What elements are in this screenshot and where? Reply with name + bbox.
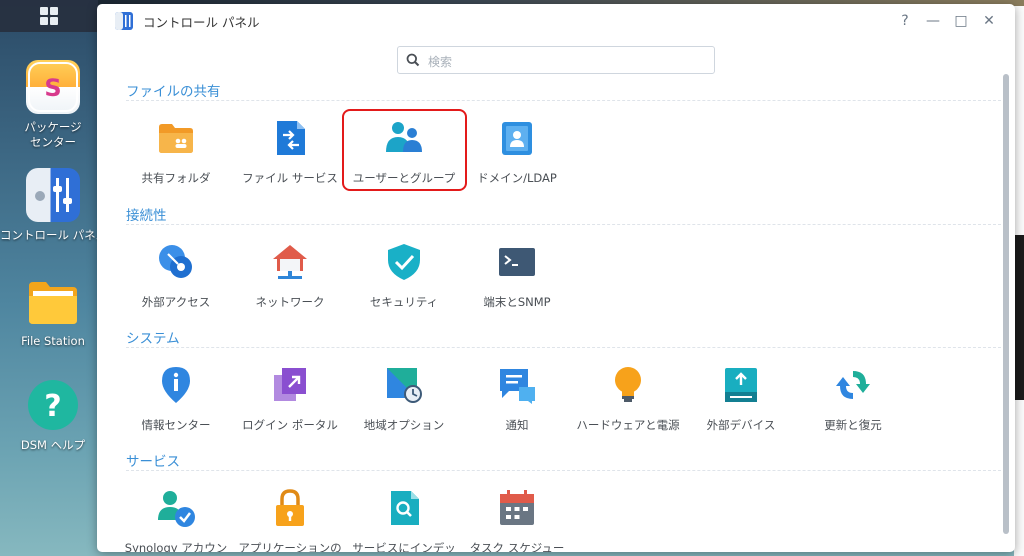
external-access-icon	[156, 242, 196, 282]
maximize-button[interactable]: □	[951, 11, 971, 31]
section-divider	[126, 100, 1001, 101]
item-notification[interactable]: 通知	[460, 365, 574, 432]
item-label: タスク スケジュー	[469, 541, 565, 552]
item-external-devices[interactable]: 外部デバイス	[684, 365, 798, 432]
desktop-icon-label: DSM ヘルプ	[20, 438, 86, 452]
desktop-icon-control-panel[interactable]: コントロール パネル	[0, 168, 108, 243]
item-label: 共有フォルダ	[141, 171, 211, 185]
item-label: セキュリティ	[369, 295, 439, 309]
desktop-icon-label: File Station	[21, 334, 85, 348]
external-devices-icon	[721, 365, 761, 405]
item-label: 外部デバイス	[706, 418, 776, 432]
item-application-privileges[interactable]: アプリケーションの	[233, 488, 347, 552]
control-panel-app-icon	[115, 12, 133, 30]
item-label: 地域オプション	[363, 418, 445, 432]
update-restore-icon	[833, 365, 873, 405]
help-button[interactable]: ?	[895, 11, 915, 31]
item-label: ログイン ポータル	[242, 418, 338, 432]
item-task-scheduler[interactable]: タスク スケジュー	[460, 488, 574, 552]
close-button[interactable]: ✕	[979, 11, 999, 31]
item-label: ファイル サービス	[242, 171, 338, 185]
item-security[interactable]: セキュリティ	[347, 242, 461, 309]
control-panel-icon	[26, 168, 80, 222]
section-title-services: サービス	[126, 454, 180, 470]
item-indexing-service[interactable]: サービスにインデッ	[347, 488, 461, 552]
regional-options-icon	[384, 365, 424, 405]
item-shared-folder[interactable]: 共有フォルダ	[119, 118, 233, 185]
indexing-search-icon	[384, 488, 424, 528]
item-label: 情報センター	[141, 418, 211, 432]
calendar-icon	[497, 488, 537, 528]
item-info-center[interactable]: 情報センター	[119, 365, 233, 432]
item-label: Synology アカウン	[124, 541, 228, 552]
item-file-services[interactable]: ファイル サービス	[233, 118, 347, 185]
section-title-connectivity: 接続性	[126, 208, 167, 224]
desktop-icon-package-center[interactable]: S パッケージ センター	[0, 60, 106, 150]
terminal-snmp-icon	[497, 242, 537, 282]
item-label: 通知	[505, 418, 529, 432]
item-update-restore[interactable]: 更新と復元	[796, 365, 910, 432]
lock-icon	[270, 488, 310, 528]
item-label: ハードウェアと電源	[576, 418, 680, 432]
hardware-power-bulb-icon	[608, 365, 648, 405]
svg-text:?: ?	[44, 389, 61, 424]
search-placeholder: 検索	[428, 55, 453, 69]
item-terminal-snmp[interactable]: 端末とSNMP	[460, 242, 574, 309]
file-services-icon	[270, 118, 310, 158]
item-network[interactable]: ネットワーク	[233, 242, 347, 309]
item-label: アプリケーションの	[238, 541, 342, 552]
background-window-dark-panel	[1014, 235, 1024, 400]
login-portal-icon	[270, 365, 310, 405]
main-menu-button[interactable]	[0, 0, 98, 32]
item-label: 端末とSNMP	[483, 295, 551, 309]
info-center-icon	[156, 365, 196, 405]
item-label: 外部アクセス	[141, 295, 211, 309]
package-center-icon: S	[26, 60, 80, 114]
search-input[interactable]: 検索	[397, 46, 715, 74]
highlight-annotation	[342, 109, 467, 191]
desktop-icon-label: コントロール パネル	[0, 228, 108, 242]
item-hardware-power[interactable]: ハードウェアと電源	[571, 365, 685, 432]
section-title-system: システム	[126, 331, 180, 347]
synology-account-icon	[156, 488, 196, 528]
svg-text:S: S	[44, 74, 61, 102]
item-label: 更新と復元	[824, 418, 882, 432]
section-divider	[126, 224, 1001, 225]
security-shield-icon	[384, 242, 424, 282]
item-regional-options[interactable]: 地域オプション	[347, 365, 461, 432]
item-label: ネットワーク	[255, 295, 325, 309]
window-titlebar[interactable]: コントロール パネル ? — □ ✕	[97, 4, 1015, 38]
control-panel-window: コントロール パネル ? — □ ✕ 検索 ファイルの共有 共有フォルダ ファイ…	[97, 4, 1015, 552]
domain-ldap-icon	[497, 118, 537, 158]
item-login-portal[interactable]: ログイン ポータル	[233, 365, 347, 432]
item-label: サービスにインデッ	[352, 541, 456, 552]
desktop-icon-label: パッケージ	[24, 120, 82, 134]
item-label: ドメイン/LDAP	[477, 171, 557, 185]
search-icon	[406, 53, 420, 67]
item-external-access[interactable]: 外部アクセス	[119, 242, 233, 309]
main-menu-grid-icon	[40, 7, 58, 25]
desktop-icon-label: センター	[30, 135, 76, 149]
section-divider	[126, 347, 1001, 348]
item-synology-account[interactable]: Synology アカウン	[119, 488, 233, 552]
item-domain-ldap[interactable]: ドメイン/LDAP	[460, 118, 574, 185]
file-station-folder-icon	[26, 274, 80, 328]
section-divider	[126, 470, 1001, 471]
window-title: コントロール パネル	[143, 15, 260, 30]
minimize-button[interactable]: —	[923, 11, 943, 31]
help-question-icon: ?	[26, 378, 80, 432]
desktop-icon-file-station[interactable]: File Station	[0, 274, 106, 349]
notification-icon	[497, 365, 537, 405]
scrollbar[interactable]	[1003, 74, 1009, 534]
section-title-file-sharing: ファイルの共有	[126, 84, 221, 100]
shared-folder-icon	[156, 118, 196, 158]
desktop-icon-dsm-help[interactable]: ? DSM ヘルプ	[0, 378, 106, 453]
network-icon	[270, 242, 310, 282]
